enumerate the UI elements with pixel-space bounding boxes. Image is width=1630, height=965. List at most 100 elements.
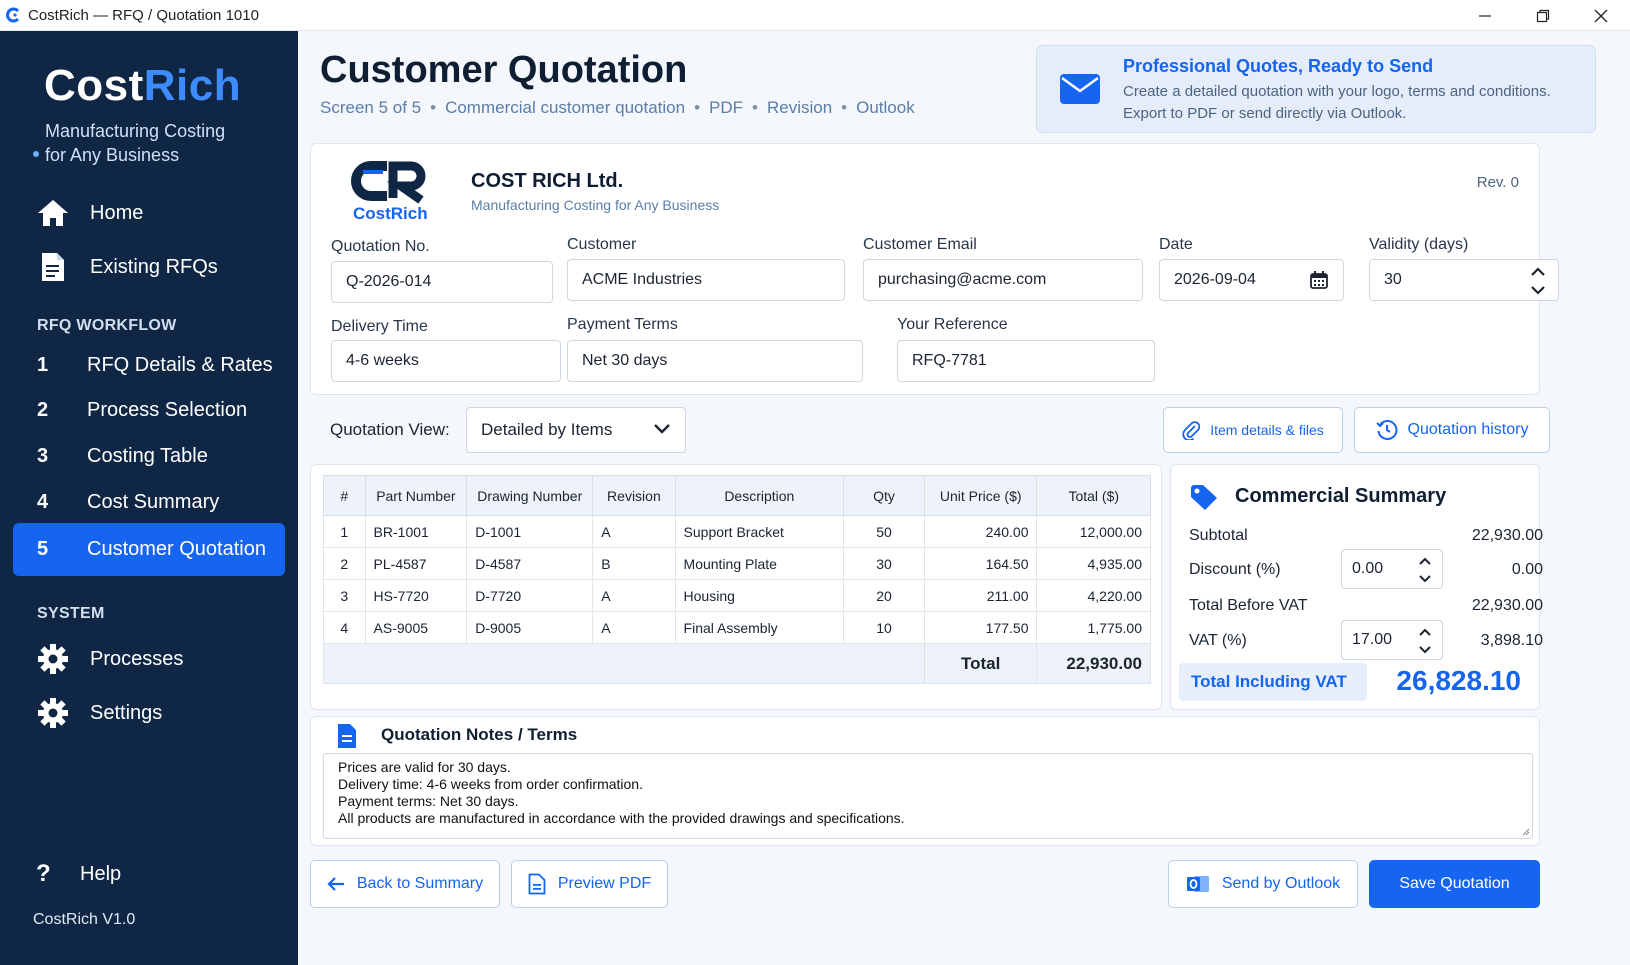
- main-content: Customer Quotation Screen 5 of 5 • Commerc…: [298, 31, 1630, 965]
- workflow-item-costing-table[interactable]: 3 Costing Table: [13, 431, 285, 481]
- company-name: COST RICH Ltd.: [471, 170, 624, 192]
- column-header: #: [323, 475, 366, 516]
- workflow-header: RFQ WORKFLOW: [37, 317, 177, 334]
- spinner-arrows-icon[interactable]: [1418, 625, 1432, 657]
- items-table: # Part Number Drawing Number Revision De…: [323, 475, 1151, 684]
- notes-textarea[interactable]: Prices are valid for 30 days. Delivery t…: [323, 753, 1533, 839]
- column-header: Qty: [843, 475, 925, 516]
- column-header: Drawing Number: [466, 475, 594, 516]
- company-logo: CostRich: [351, 158, 431, 224]
- sidebar-item-label: Existing RFQs: [90, 255, 218, 278]
- table-row[interactable]: 2 PL-4587 D-4587 B Mounting Plate 30 164.50 4,9…: [323, 547, 1151, 580]
- table-row[interactable]: 3 HS-7720 D-7720 A Housing 20 211.00 4,220.00: [323, 579, 1151, 612]
- breadcrumb: Screen 5 of 5 • Commercial customer quotat…: [320, 98, 915, 117]
- table-total-label: Total: [923, 643, 1038, 684]
- save-quotation-button[interactable]: Save Quotation: [1369, 860, 1540, 908]
- calendar-icon[interactable]: [1309, 270, 1329, 290]
- sidebar-item-help[interactable]: ? Help: [36, 860, 121, 888]
- your-reference-field[interactable]: RFQ-7781: [897, 340, 1155, 382]
- company-subtitle: Manufacturing Costing for Any Business: [471, 197, 720, 213]
- chevron-down-icon: [654, 424, 670, 434]
- table-total-value: 22,930.00: [1036, 643, 1151, 684]
- close-button[interactable]: [1572, 0, 1630, 31]
- total-before-vat-row: Total Before VAT 22,930.00: [1189, 597, 1543, 614]
- envelope-icon: [1060, 74, 1100, 104]
- workflow-item-process-selection[interactable]: 2 Process Selection: [13, 385, 285, 435]
- app-icon: [6, 7, 20, 23]
- sidebar-tagline: Manufacturing Costing for Any Business: [33, 119, 225, 167]
- back-to-summary-button[interactable]: Back to Summary: [310, 860, 500, 908]
- document-icon: [338, 724, 356, 748]
- workflow-item-rfq-details[interactable]: 1 RFQ Details & Rates: [13, 340, 285, 390]
- tag-icon: [1191, 485, 1217, 510]
- table-total-row: Total 22,930.00: [323, 643, 1151, 684]
- commercial-summary-card: Commercial Summary Subtotal 22,930.00 Dis…: [1170, 464, 1543, 710]
- date-label: Date: [1159, 236, 1193, 253]
- history-icon: [1375, 420, 1397, 440]
- customer-field[interactable]: ACME Industries: [567, 259, 845, 301]
- system-header: SYSTEM: [37, 605, 105, 622]
- date-field[interactable]: 2026-09-04: [1159, 259, 1344, 301]
- column-header: Revision: [592, 475, 676, 516]
- spinner-arrows-icon[interactable]: [1530, 264, 1546, 298]
- gear-icon: [36, 696, 70, 730]
- promo-title: Professional Quotes, Ready to Send: [1123, 56, 1434, 76]
- arrow-left-icon: [327, 877, 344, 891]
- workflow-item-customer-quotation[interactable]: 5 Customer Quotation: [13, 523, 285, 576]
- spinner-arrows-icon[interactable]: [1418, 554, 1432, 586]
- sidebar: CostRich Manufacturing Costing for Any B…: [0, 31, 298, 965]
- pdf-document-icon: [528, 873, 546, 895]
- workflow-item-cost-summary[interactable]: 4 Cost Summary: [13, 477, 285, 527]
- sidebar-item-label: Processes: [90, 647, 184, 670]
- grand-total-label: Total Including VAT: [1179, 663, 1367, 701]
- quotation-history-button[interactable]: Quotation history: [1354, 407, 1550, 453]
- validity-field[interactable]: 30: [1369, 259, 1559, 301]
- grand-total-value: 26,828.10: [1396, 665, 1521, 696]
- promo-description: Create a detailed quotation with your lo…: [1123, 83, 1551, 122]
- validity-label: Validity (days): [1369, 236, 1469, 253]
- minimize-icon: [1479, 14, 1491, 17]
- cr-logo-icon: [351, 161, 426, 204]
- customer-label: Customer: [567, 236, 637, 253]
- item-details-files-button[interactable]: Item details & files: [1163, 407, 1343, 453]
- notes-title: Quotation Notes / Terms: [381, 725, 578, 744]
- vat-input[interactable]: 17.00: [1341, 620, 1443, 660]
- table-header-row: # Part Number Drawing Number Revision De…: [323, 475, 1151, 516]
- column-header: Total ($): [1036, 475, 1151, 516]
- sidebar-item-home[interactable]: Home: [0, 189, 298, 237]
- preview-pdf-button[interactable]: Preview PDF: [511, 860, 668, 908]
- promo-banner: Professional Quotes, Ready to Send Creat…: [1036, 45, 1596, 133]
- sidebar-item-processes[interactable]: Processes: [0, 635, 298, 683]
- table-row[interactable]: 1 BR-1001 D-1001 A Support Bracket 50 240.00 12…: [323, 515, 1151, 548]
- customer-email-label: Customer Email: [863, 236, 977, 253]
- dot-icon: [33, 151, 39, 157]
- title-bar: CostRich — RFQ / Quotation 1010: [0, 0, 1630, 31]
- payment-terms-field[interactable]: Net 30 days: [567, 340, 863, 382]
- discount-input[interactable]: 0.00: [1341, 549, 1443, 589]
- help-icon: ?: [36, 860, 51, 887]
- payment-terms-label: Payment Terms: [567, 316, 678, 333]
- gear-icon: [36, 642, 70, 676]
- sidebar-item-existing-rfqs[interactable]: Existing RFQs: [0, 243, 298, 291]
- page-title: Customer Quotation: [320, 49, 688, 91]
- paperclip-icon: [1182, 421, 1201, 440]
- column-header: Part Number: [364, 475, 468, 516]
- sidebar-logo: CostRich: [44, 61, 242, 110]
- customer-email-field[interactable]: purchasing@acme.com: [863, 259, 1143, 301]
- sidebar-item-settings[interactable]: Settings: [0, 689, 298, 737]
- minimize-button[interactable]: [1456, 0, 1514, 31]
- resize-grip-icon[interactable]: [1520, 826, 1530, 836]
- close-icon: [1594, 9, 1608, 22]
- quotation-no-field[interactable]: Q-2026-014: [331, 261, 553, 303]
- quotation-view-select[interactable]: Detailed by Items: [466, 407, 686, 453]
- document-icon: [36, 250, 70, 284]
- maximize-button[interactable]: [1514, 0, 1572, 31]
- window-title: CostRich — RFQ / Quotation 1010: [28, 6, 259, 24]
- items-table-card: # Part Number Drawing Number Revision De…: [310, 464, 1162, 710]
- home-icon: [36, 196, 70, 230]
- version-label: CostRich V1.0: [33, 911, 136, 928]
- quotation-no-label: Quotation No.: [331, 238, 430, 255]
- table-row[interactable]: 4 AS-9005 D-9005 A Final Assembly 10 177.50 1,7…: [323, 611, 1151, 644]
- send-by-outlook-button[interactable]: Send by Outlook: [1168, 860, 1358, 908]
- delivery-time-field[interactable]: 4-6 weeks: [331, 340, 561, 382]
